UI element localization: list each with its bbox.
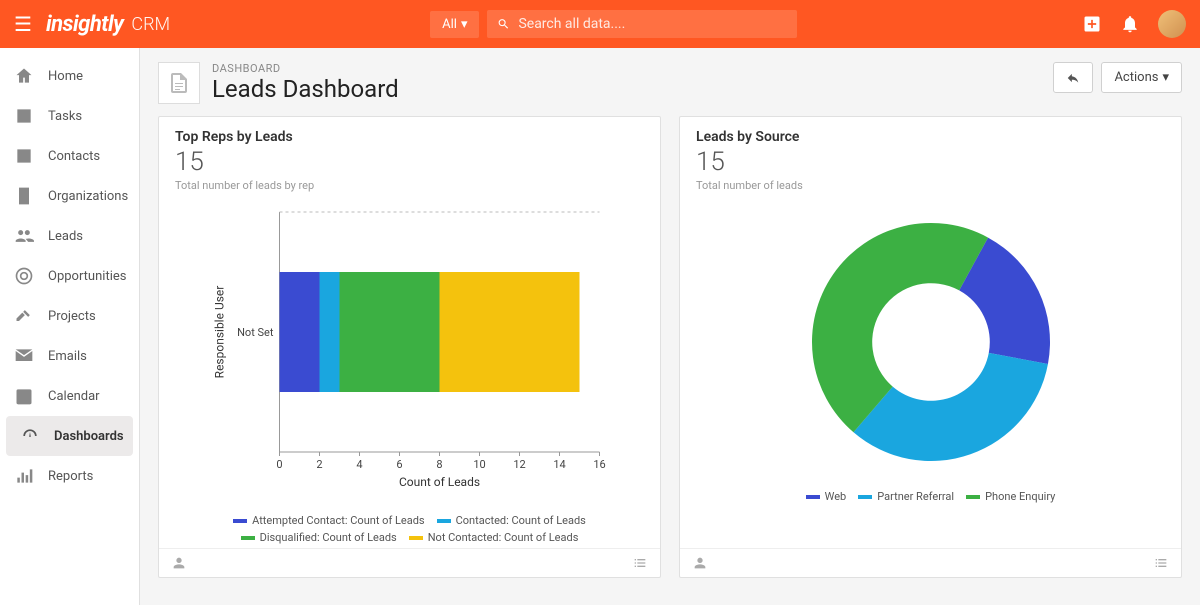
svg-text:Not Set: Not Set (237, 326, 274, 339)
scope-dropdown[interactable]: All ▾ (430, 11, 479, 38)
sidebar-item-home[interactable]: Home (0, 56, 139, 96)
svg-text:2: 2 (316, 458, 322, 471)
sidebar-item-label: Emails (48, 349, 87, 364)
sidebar-item-label: Contacts (48, 149, 100, 164)
sidebar-item-label: Opportunities (48, 269, 126, 284)
page-title: Leads Dashboard (212, 75, 399, 103)
home-icon (14, 66, 34, 86)
bar-chart: 0 2 4 6 8 10 12 14 16 Not Set Count of Leads Respon… (171, 202, 648, 502)
card-subtitle: Total number of leads (696, 179, 1165, 192)
person-icon[interactable] (692, 555, 708, 571)
sidebar-item-label: Leads (48, 229, 83, 244)
svg-text:14: 14 (553, 458, 565, 471)
sidebar-item-label: Home (48, 69, 83, 84)
reply-arrow-icon (1066, 71, 1080, 85)
sidebar-item-label: Tasks (48, 109, 82, 124)
hamburger-icon[interactable]: ☰ (14, 12, 32, 36)
sidebar-item-dashboards[interactable]: Dashboards (6, 416, 133, 456)
svg-text:16: 16 (593, 458, 605, 471)
card-top-reps: Top Reps by Leads 15 Total number of lea… (158, 116, 661, 578)
sidebar-item-tasks[interactable]: Tasks (0, 96, 139, 136)
chart-legend: WebPartner ReferralPhone Enquiry (806, 490, 1056, 503)
contact-icon (14, 146, 34, 166)
avatar[interactable] (1158, 10, 1186, 38)
card-value: 15 (696, 147, 1165, 177)
svg-text:10: 10 (473, 458, 485, 471)
list-icon[interactable] (632, 555, 648, 571)
mail-icon (14, 346, 34, 366)
scope-label: All (442, 17, 457, 32)
add-icon[interactable] (1082, 14, 1102, 34)
actions-dropdown[interactable]: Actions ▾ (1101, 62, 1182, 93)
chevron-down-icon: ▾ (461, 17, 468, 32)
gauge-icon (20, 426, 40, 446)
sidebar-item-contacts[interactable]: Contacts (0, 136, 139, 176)
brand-product: CRM (131, 14, 170, 35)
actions-label: Actions (1114, 70, 1158, 85)
hammer-icon (14, 306, 34, 326)
sidebar: Home Tasks Contacts Organizations Leads Oppor… (0, 48, 140, 605)
svg-text:Count of Leads: Count of Leads (399, 475, 480, 489)
svg-text:0: 0 (276, 458, 282, 471)
person-icon[interactable] (171, 555, 187, 571)
card-title: Top Reps by Leads (175, 129, 644, 145)
document-icon (158, 62, 200, 104)
group-icon (14, 226, 34, 246)
back-button[interactable] (1053, 62, 1093, 93)
list-icon[interactable] (1153, 555, 1169, 571)
page-header: DASHBOARD Leads Dashboard Actions ▾ (158, 62, 1182, 104)
svg-text:6: 6 (396, 458, 402, 471)
target-icon (14, 266, 34, 286)
search-input[interactable] (518, 16, 787, 32)
bars-icon (14, 466, 34, 486)
bell-icon[interactable] (1120, 14, 1140, 34)
svg-text:4: 4 (356, 458, 362, 471)
sidebar-item-calendar[interactable]: Calendar (0, 376, 139, 416)
sidebar-item-label: Organizations (48, 189, 128, 204)
breadcrumb: DASHBOARD (212, 62, 399, 75)
sidebar-item-organizations[interactable]: Organizations (0, 176, 139, 216)
search-icon (497, 17, 510, 31)
sidebar-item-label: Reports (48, 469, 93, 484)
calendar-icon (14, 386, 34, 406)
chart-legend: Attempted Contact: Count of LeadsContact… (171, 514, 648, 544)
sidebar-item-projects[interactable]: Projects (0, 296, 139, 336)
card-leads-source: Leads by Source 15 Total number of leads… (679, 116, 1182, 578)
sidebar-item-leads[interactable]: Leads (0, 216, 139, 256)
svg-text:8: 8 (436, 458, 442, 471)
card-title: Leads by Source (696, 129, 1165, 145)
sidebar-item-label: Dashboards (54, 429, 124, 444)
sidebar-item-emails[interactable]: Emails (0, 336, 139, 376)
svg-text:Responsible User: Responsible User (213, 286, 227, 379)
chevron-down-icon: ▾ (1162, 70, 1169, 85)
check-icon (14, 106, 34, 126)
sidebar-item-label: Calendar (48, 389, 100, 404)
card-subtitle: Total number of leads by rep (175, 179, 644, 192)
svg-text:12: 12 (513, 458, 525, 471)
search-field[interactable] (487, 10, 797, 38)
brand-logo: insightly (46, 12, 123, 37)
card-value: 15 (175, 147, 644, 177)
building-icon (14, 186, 34, 206)
sidebar-item-label: Projects (48, 309, 96, 324)
topbar: ☰ insightly CRM All ▾ (0, 0, 1200, 48)
sidebar-item-reports[interactable]: Reports (0, 456, 139, 496)
sidebar-item-opportunities[interactable]: Opportunities (0, 256, 139, 296)
donut-chart (791, 202, 1071, 482)
